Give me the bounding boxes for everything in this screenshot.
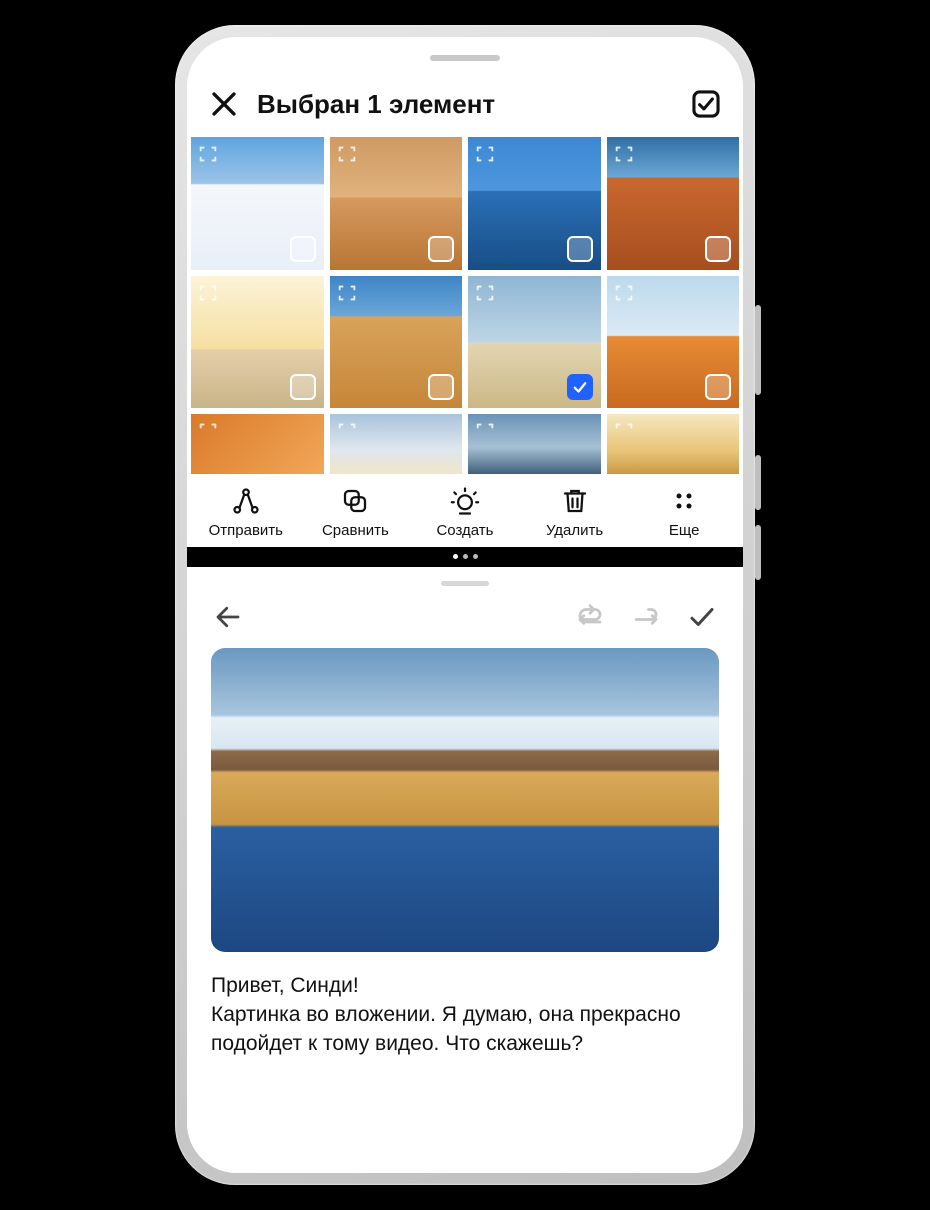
- compose-line: Картинка во вложении. Я думаю, она прекр…: [211, 1001, 719, 1059]
- photo-grid-row3: [187, 414, 743, 474]
- compose-line: Привет, Синди!: [211, 972, 719, 1001]
- thumb-checkbox[interactable]: [705, 236, 731, 262]
- live-icon: [336, 282, 358, 304]
- thumb-checkbox[interactable]: [290, 374, 316, 400]
- live-icon: [336, 143, 358, 165]
- live-icon: [197, 420, 219, 442]
- photo-thumb[interactable]: [191, 276, 324, 409]
- live-icon: [474, 420, 496, 442]
- live-icon: [613, 420, 635, 442]
- thumb-checkbox[interactable]: [428, 236, 454, 262]
- photo-thumb[interactable]: [468, 137, 601, 270]
- split-view-divider[interactable]: [187, 547, 743, 567]
- phone-side-button: [755, 305, 761, 395]
- delete-label: Удалить: [546, 522, 603, 539]
- photo-grid: [187, 137, 743, 408]
- send-button[interactable]: Отправить: [191, 486, 301, 539]
- thumb-checkbox[interactable]: [290, 236, 316, 262]
- gallery-topbar: Выбран 1 элемент: [187, 77, 743, 137]
- live-icon: [474, 282, 496, 304]
- gallery-app: Выбран 1 элемент: [187, 37, 743, 547]
- confirm-button[interactable]: [685, 600, 719, 634]
- photo-thumb[interactable]: [191, 414, 324, 474]
- redo-button[interactable]: [629, 600, 663, 634]
- phone-side-button: [755, 525, 761, 580]
- gallery-toolbar: Отправить Сравнить Создать: [187, 474, 743, 547]
- phone-frame: Выбран 1 элемент: [175, 25, 755, 1185]
- attachment-image[interactable]: [211, 648, 719, 953]
- send-label: Отправить: [209, 522, 283, 539]
- photo-thumb[interactable]: [330, 137, 463, 270]
- photo-thumb[interactable]: [468, 414, 601, 474]
- phone-speaker: [430, 55, 500, 61]
- delete-button[interactable]: Удалить: [520, 486, 630, 539]
- compose-toolbar: [211, 600, 719, 634]
- live-icon: [336, 420, 358, 442]
- photo-thumb[interactable]: [607, 414, 740, 474]
- compose-text[interactable]: Привет, Синди! Картинка во вложении. Я д…: [211, 972, 719, 1059]
- select-all-button[interactable]: [689, 87, 723, 121]
- live-icon: [613, 282, 635, 304]
- photo-thumb[interactable]: [607, 276, 740, 409]
- thumb-checkbox[interactable]: [567, 236, 593, 262]
- thumb-checkbox[interactable]: [428, 374, 454, 400]
- selection-title: Выбран 1 элемент: [257, 89, 673, 120]
- compose-app: Привет, Синди! Картинка во вложении. Я д…: [187, 567, 743, 1173]
- create-button[interactable]: Создать: [410, 486, 520, 539]
- compare-label: Сравнить: [322, 522, 389, 539]
- live-icon: [197, 282, 219, 304]
- close-button[interactable]: [207, 87, 241, 121]
- phone-side-button: [755, 455, 761, 510]
- undo-button[interactable]: [573, 600, 607, 634]
- live-icon: [613, 143, 635, 165]
- drag-handle[interactable]: [441, 581, 489, 586]
- photo-thumb[interactable]: [191, 137, 324, 270]
- back-button[interactable]: [211, 600, 245, 634]
- phone-screen: Выбран 1 элемент: [187, 37, 743, 1173]
- compare-button[interactable]: Сравнить: [301, 486, 411, 539]
- more-button[interactable]: Еще: [629, 486, 739, 539]
- photo-thumb[interactable]: [330, 276, 463, 409]
- live-icon: [474, 143, 496, 165]
- live-icon: [197, 143, 219, 165]
- thumb-checkbox[interactable]: [567, 374, 593, 400]
- create-label: Создать: [436, 522, 493, 539]
- photo-thumb[interactable]: [330, 414, 463, 474]
- photo-thumb[interactable]: [607, 137, 740, 270]
- thumb-checkbox[interactable]: [705, 374, 731, 400]
- photo-thumb[interactable]: [468, 276, 601, 409]
- more-label: Еще: [669, 522, 700, 539]
